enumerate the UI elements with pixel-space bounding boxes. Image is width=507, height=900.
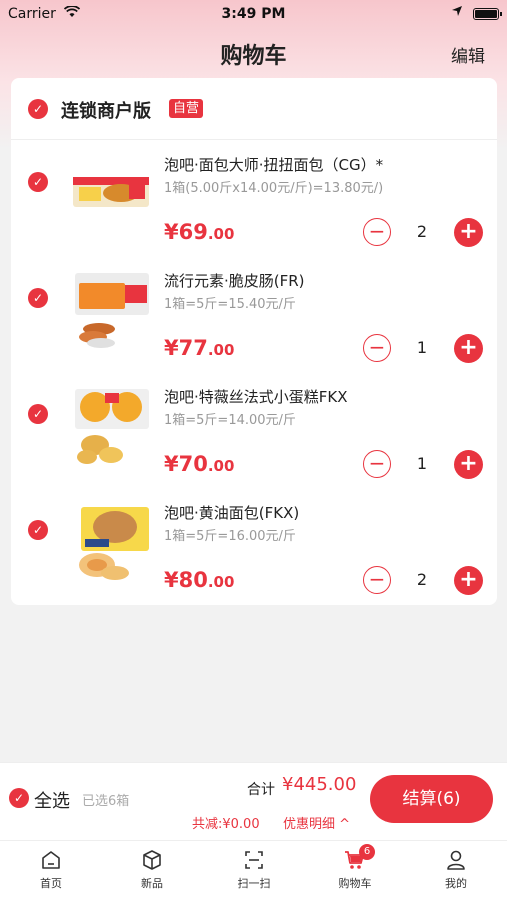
discount-detail-link[interactable]: 优惠明细 ^ xyxy=(283,813,350,832)
item-spec: 1箱=5斤=14.00元/斤 xyxy=(164,413,296,428)
tab-label: 首页 xyxy=(40,877,62,890)
product-image xyxy=(75,389,149,464)
page-title: 购物车 xyxy=(220,44,287,69)
status-time: 3:49 PM xyxy=(221,6,286,22)
item-quantity: 2 xyxy=(416,570,428,589)
tab-home[interactable]: 首页 xyxy=(11,849,91,891)
cart-count-badge: 6 xyxy=(359,844,375,860)
tab-cart[interactable]: 6 购物车 xyxy=(315,844,395,891)
scan-icon xyxy=(245,851,263,869)
location-arrow-icon xyxy=(451,5,463,21)
increase-button[interactable]: + xyxy=(454,218,483,247)
decrease-button[interactable]: − xyxy=(363,334,391,362)
item-checkbox[interactable]: ✓ xyxy=(28,288,48,308)
decrease-button[interactable]: − xyxy=(363,566,391,594)
edit-button[interactable]: 编辑 xyxy=(451,42,485,67)
discount-label: 共减:¥0.00 xyxy=(192,817,260,832)
item-name: 泡吧·黄油面包(FKX) xyxy=(164,504,300,522)
item-name: 泡吧·面包大师·扭扭面包（CG）* xyxy=(164,156,384,174)
item-price: ¥80.00 xyxy=(164,568,235,592)
total-label: 合计 xyxy=(247,782,275,798)
product-image xyxy=(75,273,149,348)
item-name: 流行元素·脆皮肠(FR) xyxy=(164,272,305,290)
tab-scan[interactable]: 扫一扫 xyxy=(214,849,294,891)
box-icon xyxy=(143,850,161,870)
item-quantity: 2 xyxy=(416,222,428,241)
checkout-bar: ✓ 全选 已选6箱 合计 ¥445.00 共减:¥0.00 优惠明细 ^ 结算(… xyxy=(0,762,507,840)
item-quantity: 1 xyxy=(416,338,428,357)
product-image xyxy=(73,177,149,207)
decrease-button[interactable]: − xyxy=(363,450,391,478)
tab-new[interactable]: 新品 xyxy=(112,849,192,891)
item-spec: 1箱(5.00斤x14.00元/斤)=13.80元/) xyxy=(164,181,384,196)
item-spec: 1箱=5斤=15.40元/斤 xyxy=(164,297,296,312)
increase-button[interactable]: + xyxy=(454,566,483,595)
cart-item: ✓ 泡吧·特薇丝法式小蛋糕FKX 1箱=5斤=14.00元/斤 ¥70.00 −… xyxy=(11,372,497,488)
select-all-checkbox[interactable]: ✓ xyxy=(9,788,29,808)
decrease-button[interactable]: − xyxy=(363,218,391,246)
item-spec: 1箱=5斤=16.00元/斤 xyxy=(164,529,296,544)
checkout-button[interactable]: 结算(6) xyxy=(370,775,493,823)
increase-button[interactable]: + xyxy=(454,450,483,479)
tab-profile[interactable]: 我的 xyxy=(416,849,496,891)
tab-label: 我的 xyxy=(445,877,467,890)
tab-label: 新品 xyxy=(141,877,163,890)
selected-count: 已选6箱 xyxy=(82,794,130,809)
store-checkbox[interactable]: ✓ xyxy=(28,99,48,119)
cart-card: ✓ 连锁商户版 自营 ✓ 泡吧·面包大师·扭扭面包（CG）* 1箱(5.00斤x… xyxy=(11,78,497,605)
item-quantity: 1 xyxy=(416,454,428,473)
store-header: ✓ 连锁商户版 自营 xyxy=(11,78,497,140)
home-icon xyxy=(42,851,60,869)
self-operated-badge: 自营 xyxy=(169,99,204,118)
item-price: ¥77.00 xyxy=(164,336,235,360)
battery-icon xyxy=(473,8,502,20)
status-bar: Carrier 3:49 PM xyxy=(0,0,507,28)
item-price: ¥69.00 xyxy=(164,220,235,244)
store-name: 连锁商户版 xyxy=(61,101,151,122)
item-name: 泡吧·特薇丝法式小蛋糕FKX xyxy=(164,388,348,406)
item-checkbox[interactable]: ✓ xyxy=(28,520,48,540)
cart-item: ✓ 流行元素·脆皮肠(FR) 1箱=5斤=15.40元/斤 ¥77.00 − 1… xyxy=(11,256,497,372)
total-value: ¥445.00 xyxy=(282,774,357,795)
item-checkbox[interactable]: ✓ xyxy=(28,172,48,192)
cart-item: ✓ 泡吧·黄油面包(FKX) 1箱=5斤=16.00元/斤 ¥80.00 − 2… xyxy=(11,488,497,604)
tab-label: 扫一扫 xyxy=(237,877,271,890)
user-icon xyxy=(447,850,465,870)
product-image xyxy=(79,507,149,580)
increase-button[interactable]: + xyxy=(454,334,483,363)
cart-item: ✓ 泡吧·面包大师·扭扭面包（CG）* 1箱(5.00斤x14.00元/斤)=1… xyxy=(11,140,497,256)
select-all-label[interactable]: 全选 xyxy=(34,787,70,813)
tab-label: 购物车 xyxy=(338,877,372,890)
item-price: ¥70.00 xyxy=(164,452,235,476)
item-checkbox[interactable]: ✓ xyxy=(28,404,48,424)
tab-bar: 首页 新品 扫一扫 6 购物车 我的 xyxy=(0,840,507,900)
